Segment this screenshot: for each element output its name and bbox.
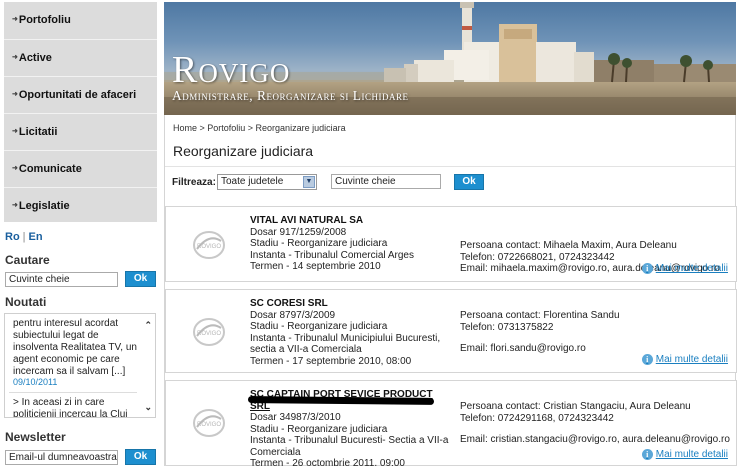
news-title: Noutati <box>5 295 47 309</box>
case-termen: Termen - 26 octombrie 2011, 09:00 <box>250 458 405 466</box>
rovigo-logo: ROVIGO <box>193 318 225 346</box>
newsletter-ok-button[interactable]: Ok <box>125 449 156 465</box>
contact-phone: Telefon: 0722668021, 0724323442 <box>460 251 615 263</box>
case-termen: Termen - 14 septembrie 2010 <box>250 261 381 272</box>
svg-text:ROVIGO: ROVIGO <box>197 244 221 250</box>
more-details-link[interactable]: i Mai multe detalii <box>641 354 728 365</box>
contact-person: Persoana contact: Florentina Sandu <box>460 310 620 321</box>
case-termen: Termen - 17 septembrie 2010, 08:00 <box>250 355 412 367</box>
nav-label: Active <box>18 51 52 64</box>
nav-label: Oportunitati de afaceri <box>18 88 137 101</box>
search-ok-button[interactable]: Ok <box>125 271 156 287</box>
newsletter-email-input[interactable] <box>5 450 118 465</box>
news-divider <box>9 392 137 393</box>
info-icon: i <box>641 449 653 460</box>
lang-separator: | <box>22 231 26 243</box>
case-details: VITAL AVI NATURAL SA Dosar 917/1259/2008… <box>250 215 450 273</box>
contact-person: Persoana contact: Cristian Stangaciu, Au… <box>460 401 691 412</box>
arrow-right-icon: ➜ <box>12 53 18 61</box>
contact-details: Persoana contact: Florentina Sandu Telef… <box>460 310 730 355</box>
case-instanta-cont: Comerciala <box>250 446 301 458</box>
select-arrow-icon[interactable]: ▼ <box>303 176 315 188</box>
more-details-label: Mai multe detalii <box>655 263 728 274</box>
company-name[interactable]: SC CORESI SRL <box>250 298 450 310</box>
arrow-right-icon: ➜ <box>12 127 18 135</box>
svg-text:ROVIGO: ROVIGO <box>197 422 221 428</box>
news-item[interactable]: pentru interesul acordat subiectului leg… <box>13 318 139 378</box>
newsletter-title: Newsletter <box>5 430 66 444</box>
contact-phone: Telefon: 0731375822 <box>460 321 554 333</box>
more-details-label: Mai multe detalii <box>655 354 728 365</box>
contact-email: Email: flori.sandu@rovigo.ro <box>460 343 586 354</box>
chevron-down-icon[interactable]: ⌄ <box>144 402 152 413</box>
case-dosar: Dosar 34987/3/2010 <box>250 412 341 423</box>
header-banner: Rovigo Administrare, Reorganizare si Lic… <box>164 2 736 115</box>
arrow-right-icon: ➜ <box>12 16 18 23</box>
arrow-right-icon: ➜ <box>12 90 18 98</box>
news-box: pentru interesul acordat subiectului leg… <box>4 313 156 418</box>
contact-details: Persoana contact: Cristian Stangaciu, Au… <box>460 401 730 446</box>
case-instanta: Instanta - Tribunalul Bucuresti- Sectia … <box>250 435 449 446</box>
contact-person: Persoana contact: Mihaela Maxim, Aura De… <box>460 240 677 251</box>
case-card: ROVIGO SC CORESI SRL Dosar 8797/3/2009 S… <box>165 289 737 373</box>
nav-item-licitatii[interactable]: ➜ Licitatii <box>4 113 157 149</box>
rovigo-logo: ROVIGO <box>193 231 225 259</box>
brand-title: Rovigo <box>172 49 291 91</box>
nav-label: Comunicate <box>18 162 82 175</box>
breadcrumb[interactable]: Home > Portofoliu > Reorganizare judicia… <box>173 123 346 133</box>
info-icon: i <box>641 263 653 274</box>
brand-subtitle: Administrare, Reorganizare si Lichidare <box>172 88 409 103</box>
nav-item-legislatie[interactable]: ➜ Legislatie <box>4 187 157 223</box>
chevron-up-icon[interactable]: ⌃ <box>144 320 152 331</box>
case-stadiu: Stadiu - Reorganizare judiciara <box>250 321 388 332</box>
news-date: 09/10/2011 <box>13 377 58 387</box>
arrow-right-icon: ➜ <box>12 201 18 209</box>
nav-label: Portofoliu <box>18 14 71 26</box>
page-title: Reorganizare judiciara <box>173 143 314 159</box>
nav-item-comunicate[interactable]: ➜ Comunicate <box>4 150 157 186</box>
case-card: ROVIGO SC CAPTAIN PORT SEVICE PRODUCT SR… <box>165 380 737 466</box>
news-item[interactable]: > In aceasi zi in care politicienii ince… <box>13 397 139 417</box>
nav-label: Legislatie <box>18 199 70 212</box>
nav-item-oportunitati[interactable]: ➜ Oportunitati de afaceri <box>4 76 157 112</box>
keyword-input[interactable] <box>331 174 441 189</box>
contact-email: Email: cristian.stangaciu@rovigo.ro, aur… <box>460 434 730 445</box>
info-icon: i <box>641 354 653 365</box>
search-title: Cautare <box>5 253 50 267</box>
svg-text:ROVIGO: ROVIGO <box>197 331 221 337</box>
main-nav: ➜ Portofoliu ➜ Active ➜ Oportunitati de afa… <box>4 2 157 222</box>
county-select-value: Toate judetele <box>221 176 284 187</box>
arrow-right-icon: ➜ <box>12 164 18 172</box>
lang-ro-link[interactable]: Ro <box>5 231 20 243</box>
county-select[interactable]: Toate judetele ▼ <box>217 174 317 190</box>
more-details-link[interactable]: i Mai multe detalii <box>641 449 728 460</box>
case-stadiu: Stadiu - Reorganizare judiciara <box>250 423 388 435</box>
more-details-label: Mai multe detalii <box>655 449 728 460</box>
nav-label: Licitatii <box>18 125 58 138</box>
search-input[interactable] <box>5 272 118 287</box>
title-divider <box>165 166 735 167</box>
rovigo-logo: ROVIGO <box>193 409 225 437</box>
case-instanta: Instanta - Tribunalul Municipiului Bucur… <box>250 332 441 344</box>
case-details: SC CORESI SRL Dosar 8797/3/2009 Stadiu -… <box>250 298 450 367</box>
nav-item-active[interactable]: ➜ Active <box>4 39 157 75</box>
case-dosar: Dosar 8797/3/2009 <box>250 309 336 321</box>
case-instanta-cont: sectia a VII-a Comerciala <box>250 344 362 355</box>
filter-ok-button[interactable]: Ok <box>454 174 484 190</box>
language-switcher: Ro | En <box>5 231 43 243</box>
company-name[interactable]: VITAL AVI NATURAL SA <box>250 215 450 227</box>
case-dosar: Dosar 917/1259/2008 <box>250 226 347 238</box>
lang-en-link[interactable]: En <box>29 231 43 243</box>
contact-phone: Telefon: 0724291168, 0724323442 <box>460 412 614 424</box>
sidebar: ➜ Portofoliu ➜ Active ➜ Oportunitati de afa… <box>0 0 158 466</box>
case-instanta: Instanta - Tribunalul Comercial Arges <box>250 249 414 261</box>
more-details-link[interactable]: i Mai multe detalii <box>641 263 728 274</box>
case-stadiu: Stadiu - Reorganizare judiciara <box>250 238 388 249</box>
nav-item-portofoliu[interactable]: ➜ Portofoliu <box>4 2 157 38</box>
main-content: Home > Portofoliu > Reorganizare judicia… <box>164 115 737 466</box>
case-card: ROVIGO VITAL AVI NATURAL SA Dosar 917/12… <box>165 206 737 282</box>
filter-label: Filtreaza: <box>172 177 216 188</box>
